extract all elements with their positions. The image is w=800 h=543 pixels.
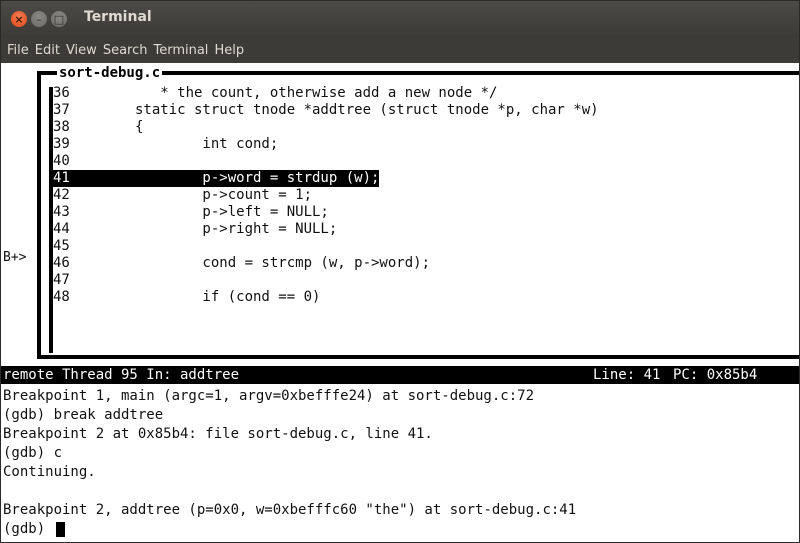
source-code: int cond;	[135, 136, 279, 152]
menu-file[interactable]: File	[7, 43, 29, 58]
status-bar: remote Thread 95 In: addtree Line: 41 PC…	[1, 366, 799, 384]
source-code: p->left = NULL;	[135, 204, 329, 220]
source-line: 46 cond = strcmp (w, p->word);	[53, 255, 430, 272]
source-code: * the count, otherwise add a new node */	[135, 85, 498, 101]
source-line-current: 41 p->word = strdup (w);	[53, 170, 380, 187]
status-program-counter: PC: 0x85b4	[673, 367, 758, 383]
menu-terminal[interactable]: Terminal	[153, 43, 208, 58]
line-number: 44	[53, 221, 70, 237]
source-line: 47	[53, 272, 135, 289]
line-number: 41	[53, 170, 70, 186]
line-number: 43	[53, 204, 70, 220]
status-thread: remote Thread 95 In: addtree	[3, 367, 240, 383]
source-line: 36 * the count, otherwise add a new node…	[53, 85, 497, 102]
source-code: cond = strcmp (w, p->word);	[135, 255, 431, 271]
console-line: (gdb) break addtree	[3, 407, 164, 423]
source-code: if (cond == 0)	[135, 289, 321, 305]
close-window-button[interactable]: ×	[11, 11, 27, 27]
menu-help[interactable]: Help	[214, 43, 244, 58]
source-line: 38 {	[53, 119, 143, 136]
source-code: static struct tnode *addtree (struct tno…	[135, 102, 599, 118]
maximize-window-button[interactable]: □	[51, 11, 67, 27]
text-cursor	[55, 521, 65, 537]
console-line: Breakpoint 2, addtree (p=0x0, w=0xbefffc…	[3, 502, 577, 518]
source-line: 39 int cond;	[53, 136, 278, 153]
line-number: 47	[53, 272, 70, 288]
status-line-number: Line: 41	[593, 367, 661, 383]
breakpoint-marker: B+>	[3, 250, 27, 265]
terminal-window: × – □ Terminal File Edit View Search Ter…	[0, 0, 800, 543]
source-line: 43 p->left = NULL;	[53, 204, 329, 221]
source-line: 44 p->right = NULL;	[53, 221, 337, 238]
line-number: 39	[53, 136, 70, 152]
minimize-window-button[interactable]: –	[31, 11, 47, 27]
window-title: Terminal	[84, 9, 152, 25]
title-bar[interactable]: × – □ Terminal	[1, 1, 799, 37]
menu-bar: File Edit View Search Terminal Help	[1, 37, 799, 63]
gdb-console[interactable]: Breakpoint 1, main (argc=1, argv=0xbefff…	[3, 387, 799, 539]
source-window: sort-debug.c 36 * the count, otherwise a…	[37, 65, 799, 359]
source-line: 40	[53, 153, 135, 170]
gdb-prompt: (gdb)	[3, 521, 54, 537]
menu-edit[interactable]: Edit	[35, 43, 60, 58]
terminal-content[interactable]: sort-debug.c 36 * the count, otherwise a…	[1, 63, 799, 542]
line-number: 42	[53, 187, 70, 203]
source-code: p->count = 1;	[135, 187, 313, 203]
menu-search[interactable]: Search	[103, 43, 148, 58]
menu-view[interactable]: View	[66, 43, 97, 58]
gdb-prompt-line[interactable]: (gdb)	[3, 520, 799, 539]
console-line: Continuing.	[3, 464, 96, 480]
console-line: (gdb) c	[3, 445, 63, 461]
source-code: p->right = NULL;	[135, 221, 338, 237]
source-line: 37 static struct tnode *addtree (struct t…	[53, 102, 599, 119]
line-number: 48	[53, 289, 70, 305]
line-number: 45	[53, 238, 70, 254]
source-code: p->word = strdup (w);	[135, 170, 380, 186]
source-filename: sort-debug.c	[57, 65, 163, 81]
line-number: 40	[53, 153, 70, 169]
source-code: {	[135, 119, 144, 135]
source-line: 42 p->count = 1;	[53, 187, 312, 204]
console-line: Breakpoint 2 at 0x85b4: file sort-debug.…	[3, 426, 433, 442]
source-line: 45	[53, 238, 135, 255]
line-number: 38	[53, 119, 70, 135]
line-number: 37	[53, 102, 70, 118]
console-line: Breakpoint 1, main (argc=1, argv=0xbefff…	[3, 388, 535, 404]
source-line: 48 if (cond == 0)	[53, 289, 320, 306]
line-number: 36	[53, 85, 70, 101]
line-number: 46	[53, 255, 70, 271]
